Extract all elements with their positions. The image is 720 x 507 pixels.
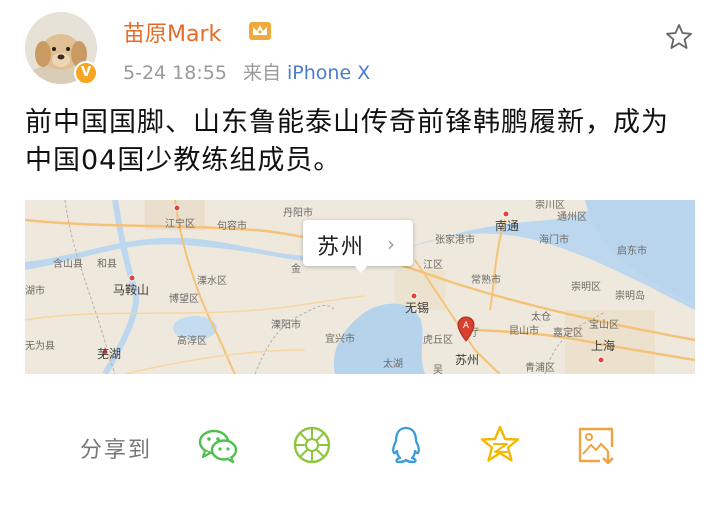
pin-letter: A [463,321,470,331]
chevron-right-icon: › [387,232,395,256]
map-label: 江宁区 [165,219,195,230]
map-label: 虎丘区 [423,335,453,346]
map-label: 海门市 [539,235,569,246]
star-outline-icon[interactable] [664,22,694,52]
map-label: 嘉定区 [553,328,583,339]
post-time: 5-24 18:55 [123,62,227,84]
map-label: 江区 [423,260,443,271]
source-prefix: 来自 [242,62,281,84]
map-label: 湖市 [25,286,45,297]
location-callout[interactable]: 苏州 › [303,220,413,273]
location-map[interactable]: 江宁区 句容市 丹阳市 崇川区 含山县 和县 马鞍山 湖市 溧水区 博望区 溧阳… [25,200,695,374]
map-label: 苏州 [455,353,480,367]
qq-icon[interactable] [384,423,428,467]
map-label: 马鞍山 [113,283,150,297]
map-label: 含山县 [53,259,83,270]
callout-tail [353,264,369,273]
author-name[interactable]: 苗原Mark [123,16,221,48]
weibo-post: V 苗原Mark 5-24 18:55 来自 iPhone X 前中国国脚、山东… [0,0,720,507]
map-label: 崇明区 [571,282,601,293]
location-name: 苏州 [317,235,366,260]
map-label: 无为县 [25,341,55,352]
verified-badge-icon: V [74,61,98,85]
map-label: 常熟市 [471,275,501,286]
wechat-icon[interactable] [196,423,240,467]
map-label: 上海 [591,339,616,353]
qzone-icon[interactable] [478,423,522,467]
map-label: 溧阳市 [271,320,301,331]
location-pin-icon[interactable]: A [457,316,475,342]
map-label: 南通 [495,219,520,233]
map-label: 崇川区 [535,200,565,211]
map-label: 崇明岛 [615,291,645,302]
map-label: 溧水区 [197,276,227,287]
map-label: 句容市 [217,221,247,232]
map-label: 吴 [433,365,443,374]
map-label: 青浦区 [525,363,555,374]
map-label: 宜兴市 [325,334,355,345]
map-label: 芜湖 [97,347,122,361]
vip-crown-icon[interactable] [248,19,272,41]
map-label: 启东市 [617,246,647,257]
post-text: 前中国国脚、山东鲁能泰山传奇前锋韩鹏履新，成为 中国04国少教练组成员。 [25,104,705,180]
map-label: 金 [291,264,301,275]
post-text-line: 前中国国脚、山东鲁能泰山传奇前锋韩鹏履新，成为 [25,107,669,138]
map-label: 张家港市 [435,235,475,246]
map-label: 太仓 [531,312,551,323]
save-image-icon[interactable] [574,423,618,467]
share-label: 分享到 [80,438,153,463]
map-label: 宝山区 [589,320,619,331]
post-source[interactable]: iPhone X [287,62,370,84]
map-label: 和县 [97,259,117,270]
map-label: 高淳区 [177,336,207,347]
post-text-line: 中国04国少教练组成员。 [25,145,342,176]
map-label: 太湖 [383,359,403,370]
map-label: 通州区 [557,212,587,223]
map-label: 丹阳市 [283,208,313,219]
map-label: 无锡 [405,301,430,315]
wechat-moments-icon[interactable] [290,423,334,467]
map-label: 博望区 [169,294,199,305]
map-label: 昆山市 [509,326,539,337]
post-meta: 5-24 18:55 来自 iPhone X [123,58,370,85]
